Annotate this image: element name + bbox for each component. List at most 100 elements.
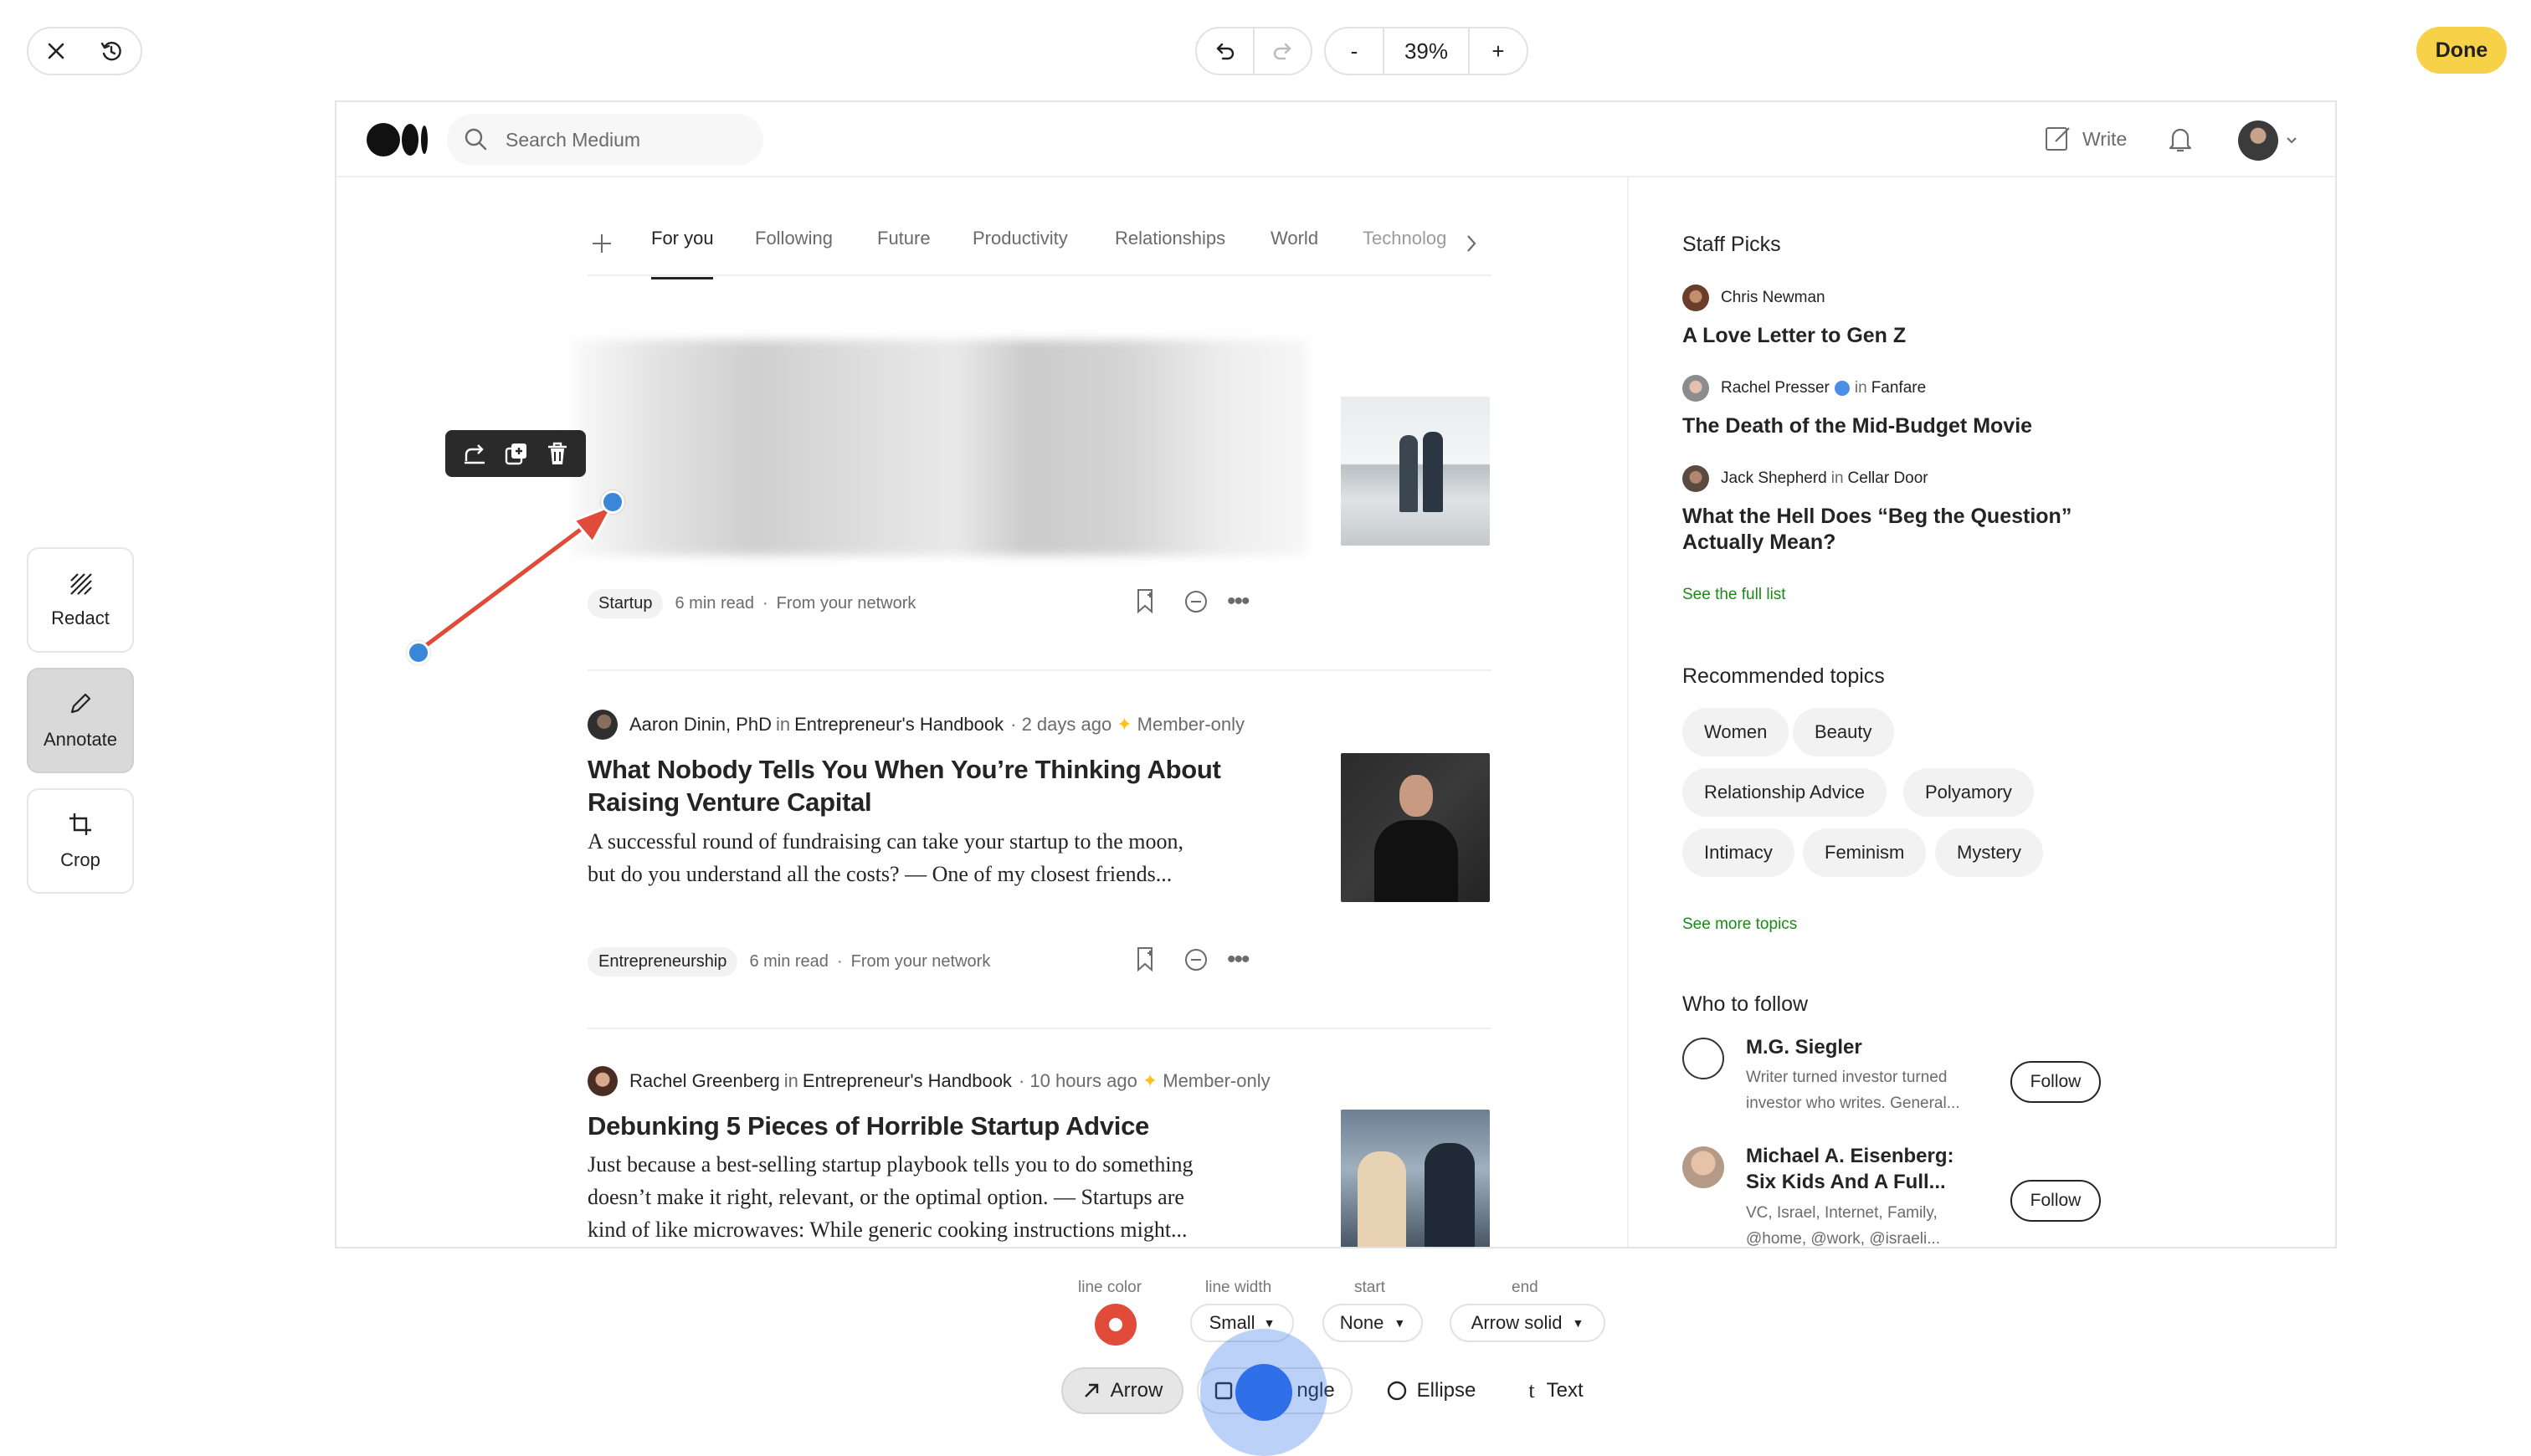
end-dropdown[interactable]: Arrow solid ▼ — [1450, 1304, 1605, 1342]
post-thumbnail[interactable] — [1341, 753, 1490, 902]
line-color-swatch[interactable] — [1095, 1304, 1137, 1346]
dropdown-caret-icon: ▼ — [1572, 1316, 1584, 1330]
author-avatar[interactable] — [1682, 375, 1709, 402]
write-link[interactable]: Write — [2082, 128, 2127, 151]
zoom-in-button[interactable]: + — [1470, 28, 1527, 74]
arrow-start-handle[interactable] — [407, 641, 430, 664]
publication-name[interactable]: Entrepreneur's Handbook — [803, 1070, 1012, 1092]
avatar[interactable] — [2238, 120, 2278, 161]
staff-pick-title[interactable]: The Death of the Mid-Budget Movie — [1682, 413, 2032, 439]
text-icon: t — [1528, 1378, 1535, 1402]
crop-label: Crop — [60, 849, 100, 870]
bell-icon[interactable] — [2166, 124, 2195, 154]
undo-icon — [1216, 43, 1234, 60]
follow-name[interactable]: Michael A. Eisenberg: Six Kids And A Ful… — [1746, 1143, 1954, 1195]
who-to-follow-heading: Who to follow — [1682, 992, 1809, 1016]
post-thumbnail[interactable] — [1341, 1110, 1490, 1247]
topic-chip[interactable]: Intimacy — [1682, 828, 1794, 877]
bookmark-icon[interactable] — [1133, 946, 1157, 972]
post-title[interactable]: Debunking 5 Pieces of Horrible Startup A… — [588, 1110, 1291, 1142]
arrow-shape-button[interactable]: Arrow — [1061, 1367, 1183, 1414]
search-input[interactable]: Search Medium — [447, 114, 763, 166]
post-tag[interactable]: Entrepreneurship — [588, 947, 738, 977]
author-avatar[interactable] — [588, 1066, 618, 1096]
thumbnail-figure — [1399, 435, 1418, 512]
show-less-icon[interactable] — [1183, 589, 1209, 614]
done-button[interactable]: Done — [2416, 27, 2507, 74]
author-name[interactable]: Rachel Greenberg — [629, 1070, 780, 1092]
staff-pick-title[interactable]: A Love Letter to Gen Z — [1682, 323, 1906, 349]
arrow-end-handle[interactable] — [601, 490, 624, 514]
more-icon[interactable]: ••• — [1227, 589, 1250, 614]
author-avatar[interactable] — [588, 710, 618, 740]
redo-icon — [1274, 43, 1291, 60]
follow-button[interactable]: Follow — [2010, 1180, 2101, 1222]
thumbnail-figure — [1425, 1143, 1475, 1247]
redact-tool-button[interactable]: Redact — [27, 547, 134, 653]
duplicate-icon[interactable] — [504, 441, 529, 466]
post-excerpt[interactable]: Just because a best-selling startup play… — [588, 1148, 1291, 1246]
text-shape-button[interactable]: t Text — [1507, 1367, 1605, 1414]
post-excerpt[interactable]: A successful round of fundraising can ta… — [588, 825, 1291, 890]
close-history-group — [27, 27, 142, 75]
bring-forward-icon[interactable] — [462, 441, 487, 466]
topic-chip[interactable]: Beauty — [1793, 708, 1894, 756]
redacted-region[interactable] — [571, 340, 1307, 556]
post-source: From your network — [850, 952, 991, 971]
member-only-label: Member-only — [1163, 1070, 1271, 1091]
trash-icon[interactable] — [546, 441, 569, 466]
more-icon[interactable]: ••• — [1227, 947, 1250, 972]
author-name[interactable]: Aaron Dinin, PhD — [629, 714, 772, 736]
follow-button[interactable]: Follow — [2010, 1061, 2101, 1103]
tab-world[interactable]: World — [1271, 228, 1318, 249]
medium-header: Search Medium Write — [336, 102, 2335, 177]
publication-name[interactable]: Entrepreneur's Handbook — [794, 714, 1004, 736]
tab-future[interactable]: Future — [877, 228, 931, 249]
follow-avatar[interactable] — [1682, 1038, 1724, 1079]
medium-logo — [367, 123, 428, 156]
close-button[interactable] — [28, 28, 84, 74]
tab-following[interactable]: Following — [755, 228, 833, 249]
show-less-icon[interactable] — [1183, 947, 1209, 972]
see-full-list-link[interactable]: See the full list — [1682, 586, 1786, 604]
author-avatar[interactable] — [1682, 285, 1709, 311]
tab-for-you[interactable]: For you — [651, 228, 714, 249]
annotate-label: Annotate — [43, 729, 118, 750]
post-thumbnail[interactable] — [1341, 397, 1490, 546]
redo-button[interactable] — [1255, 28, 1311, 74]
post-date: · 2 days ago — [1010, 714, 1112, 735]
topic-chip[interactable]: Mystery — [1935, 828, 2043, 877]
tab-technology[interactable]: Technolog — [1363, 228, 1446, 249]
tab-productivity[interactable]: Productivity — [973, 228, 1068, 249]
author-avatar[interactable] — [1682, 465, 1709, 492]
topic-chip[interactable]: Women — [1682, 708, 1789, 756]
staff-pick-author: Jack Shepherd in Cellar Door — [1682, 465, 1928, 492]
staff-pick-title[interactable]: What the Hell Does “Beg the Question” Ac… — [1682, 504, 2072, 556]
ellipse-shape-button[interactable]: Ellipse — [1373, 1367, 1490, 1414]
undo-button[interactable] — [1197, 28, 1253, 74]
zoom-out-button[interactable]: - — [1326, 28, 1383, 74]
write-icon[interactable] — [2044, 124, 2072, 152]
start-dropdown[interactable]: None ▼ — [1322, 1304, 1423, 1342]
tab-relationships[interactable]: Relationships — [1115, 228, 1225, 249]
follow-name[interactable]: M.G. Siegler — [1746, 1034, 1862, 1060]
topic-chip[interactable]: Polyamory — [1903, 768, 2034, 817]
screenshot-canvas[interactable]: Search Medium Write For you Following Fu… — [335, 100, 2337, 1248]
add-topic-icon[interactable] — [591, 233, 613, 254]
annotate-tool-button[interactable]: Annotate — [27, 668, 134, 773]
topic-chip[interactable]: Feminism — [1803, 828, 1927, 877]
post-title[interactable]: What Nobody Tells You When You’re Thinki… — [588, 753, 1291, 818]
bookmark-icon[interactable] — [1133, 587, 1157, 614]
history-button[interactable] — [84, 28, 139, 74]
topic-chip[interactable]: Relationship Advice — [1682, 768, 1887, 817]
staff-pick-author: Chris Newman — [1682, 285, 1825, 311]
chevron-right-icon[interactable] — [1463, 233, 1480, 254]
see-more-topics-link[interactable]: See more topics — [1682, 915, 1797, 934]
chevron-down-icon[interactable] — [2285, 136, 2298, 146]
line-width-label: line width — [1205, 1279, 1272, 1296]
arrow-icon — [1084, 1383, 1098, 1397]
follow-avatar[interactable] — [1682, 1146, 1724, 1188]
end-label: end — [1512, 1279, 1538, 1296]
crop-tool-button[interactable]: Crop — [27, 788, 134, 894]
dropdown-caret-icon: ▼ — [1394, 1316, 1406, 1330]
